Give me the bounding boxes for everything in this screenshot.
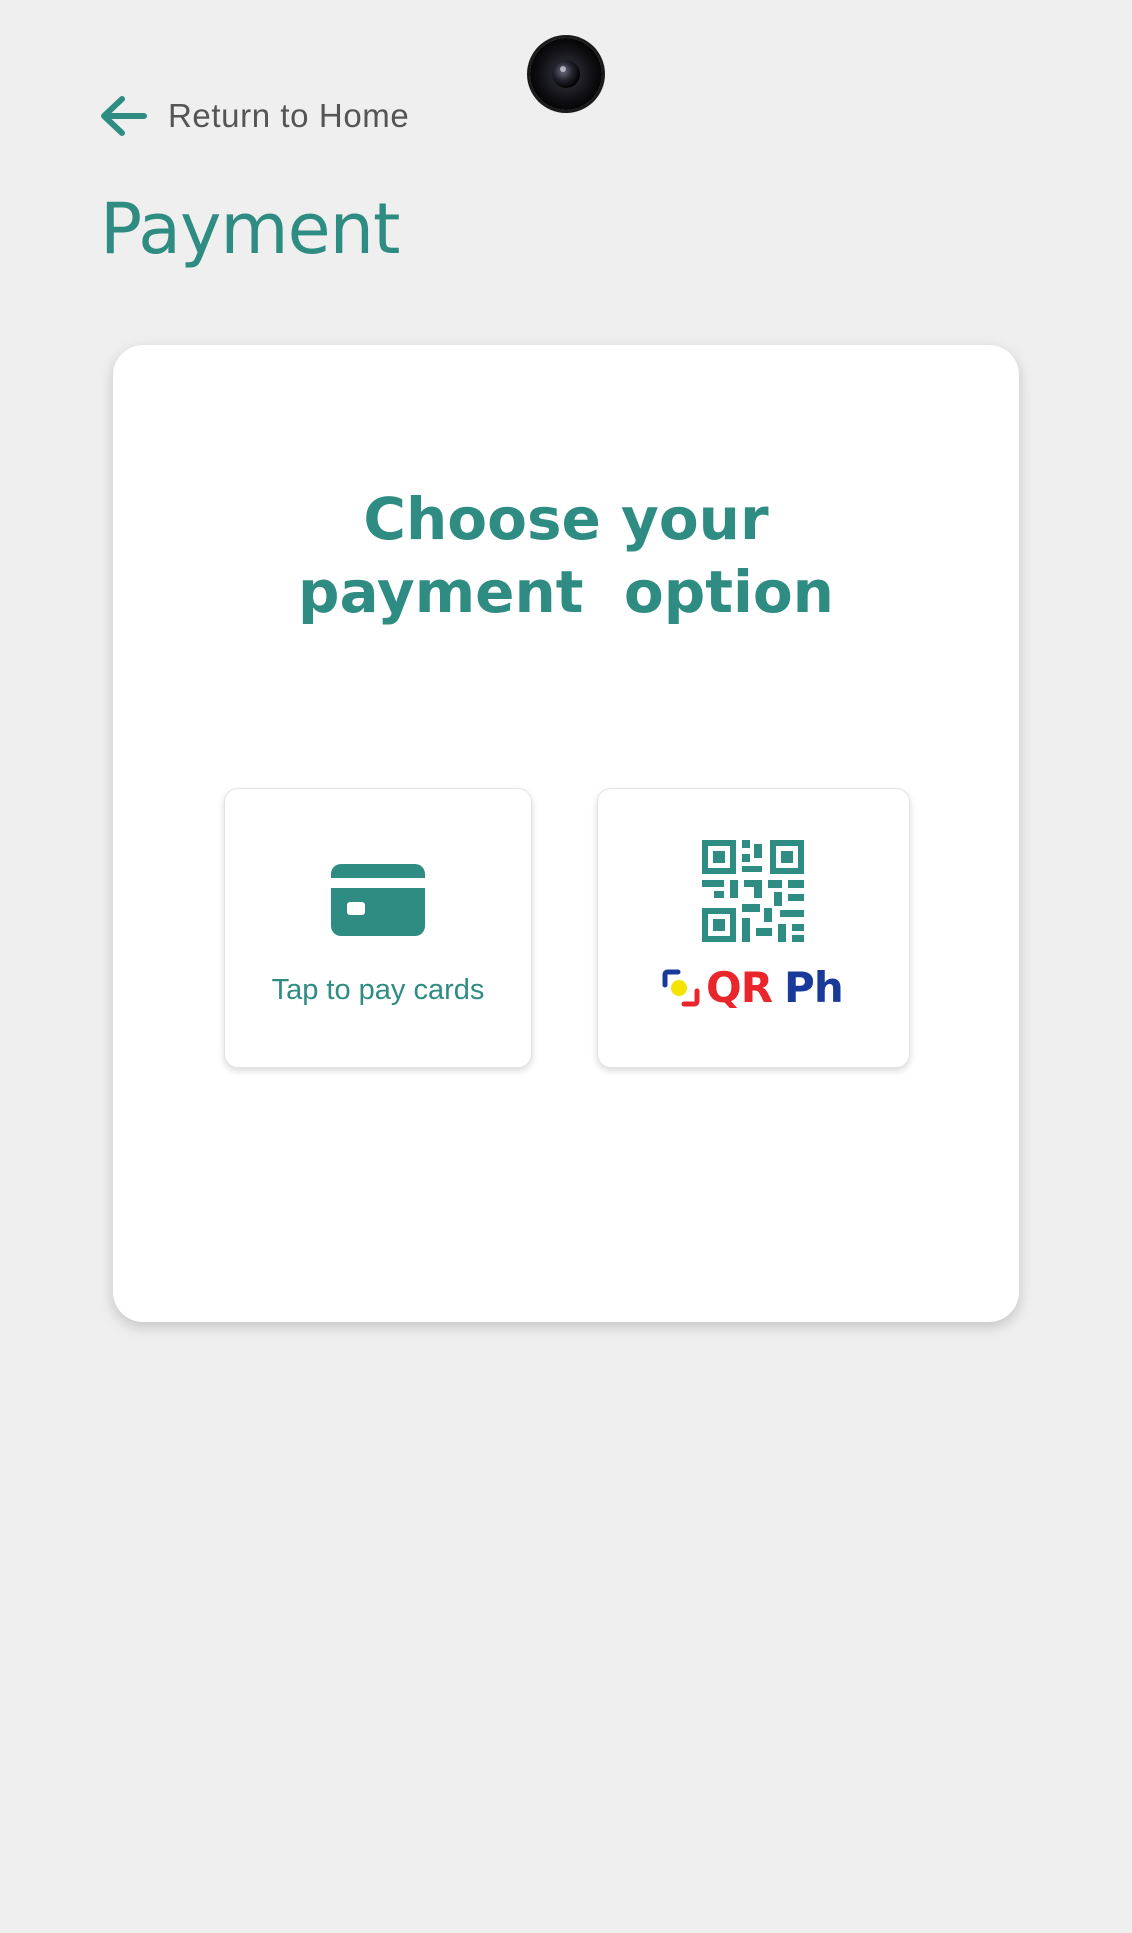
page-title: Payment — [100, 188, 400, 270]
front-camera — [530, 38, 602, 110]
qrph-logo-qr-text: QR — [706, 963, 773, 1012]
arrow-left-icon — [101, 96, 147, 136]
credit-card-icon — [331, 864, 425, 936]
qrph-button[interactable]: QR Ph — [597, 788, 910, 1068]
return-home-link[interactable]: Return to Home — [98, 94, 409, 138]
tap-to-pay-cards-button[interactable]: Tap to pay cards — [224, 788, 532, 1068]
payment-heading-line1: Choose your — [363, 485, 769, 553]
qrph-mark-icon — [662, 969, 700, 1007]
return-home-label: Return to Home — [168, 97, 410, 134]
tap-to-pay-cards-label: Tap to pay cards — [271, 974, 485, 1006]
payment-heading: Choose your payment option — [113, 483, 1019, 629]
camera-lens — [552, 60, 580, 88]
qrph-logo-ph-text: Ph — [784, 963, 844, 1012]
payment-card: Choose your payment option Tap to pay ca… — [113, 345, 1019, 1322]
camera-glint — [560, 66, 566, 72]
qrph-logo: QR Ph — [662, 963, 844, 1012]
qr-code-icon — [702, 840, 804, 942]
payment-heading-line2: payment option — [298, 558, 834, 626]
